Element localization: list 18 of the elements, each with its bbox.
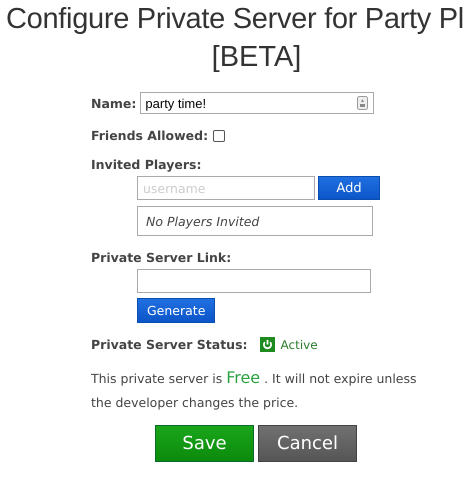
page-title: Configure Private Server for Party Pl [5, 2, 463, 37]
link-field[interactable] [137, 269, 371, 293]
add-button[interactable]: Add [318, 176, 380, 200]
invited-players-label: Invited Players: [91, 157, 202, 172]
name-field[interactable]: party time! [140, 92, 374, 114]
cancel-button[interactable]: Cancel [258, 425, 357, 462]
keyboard-icon [357, 96, 368, 110]
beta-tag: [BETA] [212, 38, 302, 76]
status-label: Private Server Status: [91, 337, 248, 352]
price-note: This private server is Free . It will not expire unless the developer changes the price. [91, 367, 418, 412]
private-server-link-label: Private Server Link: [91, 250, 232, 265]
save-button[interactable]: Save [155, 425, 254, 462]
status-text: Active [280, 338, 318, 352]
empty-list-text: No Players Invited [146, 214, 260, 228]
friends-allowed-label: Friends Allowed: [91, 128, 208, 143]
friends-allowed-checkbox[interactable] [213, 130, 226, 142]
name-label: Name: [91, 96, 136, 110]
generate-button[interactable]: Generate [137, 298, 216, 323]
